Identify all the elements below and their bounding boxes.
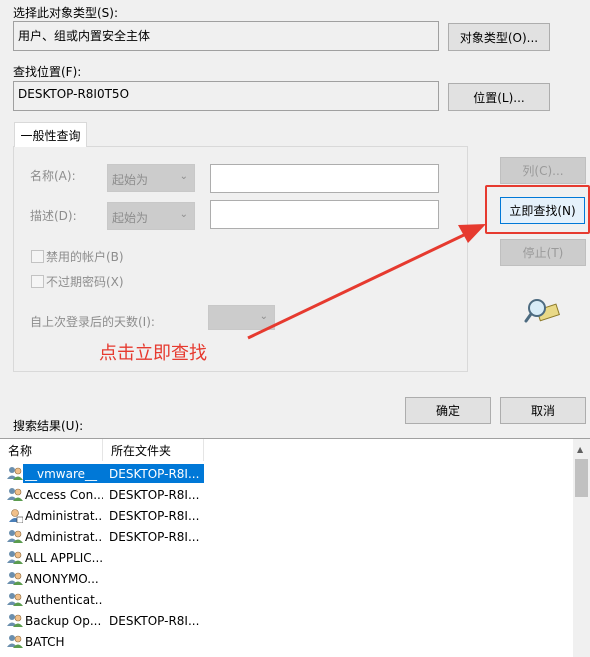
group-icon	[7, 466, 23, 484]
table-row[interactable]: Administrat... DESKTOP-R8I...	[0, 526, 204, 547]
tab-common-queries[interactable]: 一般性查询	[14, 122, 87, 147]
column-header-folder[interactable]: 所在文件夹	[103, 439, 204, 461]
group-icon	[7, 487, 23, 505]
group-icon	[7, 613, 23, 631]
scrollbar-thumb[interactable]	[575, 459, 588, 497]
row-folder: DESKTOP-R8I...	[109, 614, 200, 628]
cancel-button[interactable]: 取消	[500, 397, 586, 424]
table-row[interactable]: Administrat... DESKTOP-R8I...	[0, 505, 204, 526]
group-icon	[7, 571, 23, 589]
ok-button[interactable]: 确定	[405, 397, 491, 424]
vertical-scrollbar[interactable]: ▲	[573, 439, 590, 657]
row-name: __vmware__	[25, 467, 98, 481]
group-icon	[7, 529, 23, 547]
row-name: Administrat...	[25, 530, 103, 544]
group-icon	[7, 550, 23, 568]
group-icon	[7, 592, 23, 610]
user-icon	[7, 508, 24, 526]
table-row[interactable]: Access Con... DESKTOP-R8I...	[0, 484, 204, 505]
annotation-text: 点击立即查找	[99, 343, 207, 364]
row-folder: DESKTOP-R8I...	[109, 488, 200, 502]
row-name: ALL APPLIC...	[25, 551, 103, 565]
row-folder: DESKTOP-R8I...	[109, 530, 200, 544]
search-results-label: 搜索结果(U):	[13, 419, 84, 433]
table-row[interactable]: Authenticat...	[0, 589, 204, 610]
table-row[interactable]: ALL APPLIC...	[0, 547, 204, 568]
row-name: BATCH	[25, 635, 65, 649]
group-icon	[7, 634, 23, 652]
search-results-list[interactable]: 名称 所在文件夹 __vmware__ DESKTOP-R8I... Access …	[0, 438, 590, 657]
row-name: Backup Op...	[25, 614, 102, 628]
table-row[interactable]: ANONYMO...	[0, 568, 204, 589]
row-name: ANONYMO...	[25, 572, 99, 586]
column-header-name[interactable]: 名称	[0, 439, 103, 461]
table-row[interactable]: __vmware__ DESKTOP-R8I...	[0, 463, 204, 484]
table-row[interactable]: Backup Op... DESKTOP-R8I...	[0, 610, 204, 631]
table-row[interactable]: BATCH	[0, 631, 204, 652]
scroll-up-icon[interactable]: ▲	[577, 445, 583, 454]
row-name: Administrat...	[25, 509, 103, 523]
row-name: Access Con...	[25, 488, 103, 502]
row-folder: DESKTOP-R8I...	[109, 467, 200, 481]
row-folder: DESKTOP-R8I...	[109, 509, 200, 523]
row-name: Authenticat...	[25, 593, 103, 607]
